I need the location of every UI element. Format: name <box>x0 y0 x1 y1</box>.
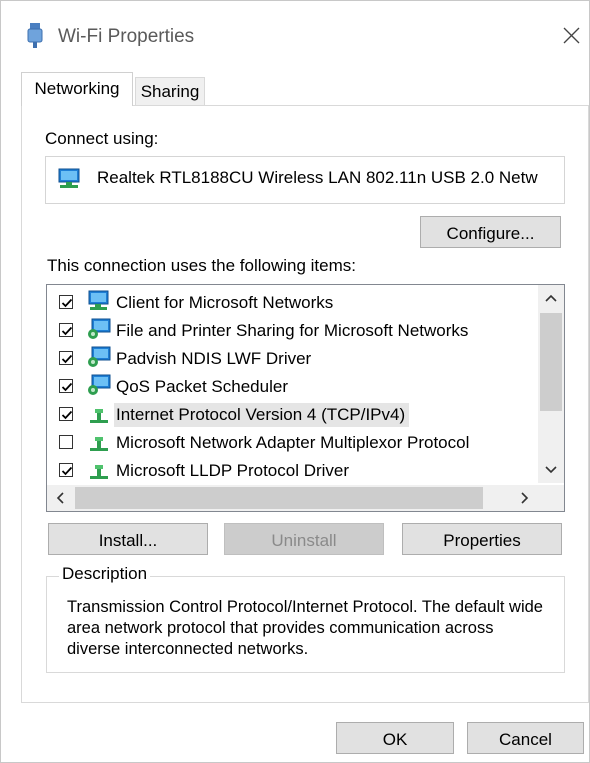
chevron-down-icon[interactable] <box>538 457 564 483</box>
list-item-label: Internet Protocol Version 4 (TCP/IPv4) <box>114 403 410 427</box>
list-item[interactable]: Client for Microsoft Networks <box>47 290 537 317</box>
list-item-label: Client for Microsoft Networks <box>116 293 334 312</box>
install-button[interactable]: Install... <box>48 523 208 555</box>
list-item[interactable]: Microsoft LLDP Protocol Driver <box>47 458 537 485</box>
list-item-label: Padvish NDIS LWF Driver <box>116 349 312 368</box>
checkbox[interactable] <box>59 407 73 421</box>
title-bar: Wi-Fi Properties <box>1 1 589 61</box>
network-service-icon <box>88 346 111 367</box>
cancel-button[interactable]: Cancel <box>467 722 584 754</box>
chevron-up-icon[interactable] <box>538 285 564 311</box>
tab-sharing[interactable]: Sharing <box>135 77 205 106</box>
description-text: Transmission Control Protocol/Internet P… <box>67 598 543 658</box>
chevron-left-icon[interactable] <box>47 485 73 511</box>
scrollbar-thumb[interactable] <box>540 313 562 411</box>
networking-panel: Connect using: Realtek RTL8188CU Wireles… <box>21 105 589 703</box>
protocol-icon <box>90 465 108 479</box>
checkbox[interactable] <box>59 295 73 309</box>
list-item-label: Microsoft Network Adapter Multiplexor Pr… <box>116 433 470 452</box>
connect-using-label: Connect using: <box>45 129 159 148</box>
list-item-label: QoS Packet Scheduler <box>116 377 288 396</box>
list-item[interactable]: Microsoft Network Adapter Multiplexor Pr… <box>47 430 537 457</box>
network-adapter-icon <box>58 168 80 188</box>
properties-button[interactable]: Properties <box>402 523 562 555</box>
uninstall-button[interactable]: Uninstall <box>224 523 384 555</box>
horizontal-scrollbar[interactable] <box>47 485 538 511</box>
ok-button[interactable]: OK <box>336 722 454 754</box>
network-service-icon <box>88 374 111 395</box>
network-adapter-icon <box>27 23 43 48</box>
list-item-label: Microsoft LLDP Protocol Driver <box>116 461 350 480</box>
checkbox[interactable] <box>59 463 73 477</box>
list-item[interactable]: File and Printer Sharing for Microsoft N… <box>47 318 537 345</box>
adapter-name: Realtek RTL8188CU Wireless LAN 802.11n U… <box>97 168 538 187</box>
close-icon[interactable] <box>557 19 589 51</box>
items-label: This connection uses the following items… <box>47 256 356 275</box>
chevron-right-icon[interactable] <box>512 485 538 511</box>
scrollbar-corner <box>538 485 564 511</box>
description-legend: Description <box>59 564 151 584</box>
list-item[interactable]: Internet Protocol Version 4 (TCP/IPv4) <box>47 402 537 429</box>
network-service-icon <box>88 318 111 339</box>
protocol-icon <box>90 437 108 451</box>
list-item-label: File and Printer Sharing for Microsoft N… <box>116 321 469 340</box>
items-list[interactable]: Client for Microsoft Networks File and P… <box>46 284 565 512</box>
vertical-scrollbar[interactable] <box>538 285 564 483</box>
list-item[interactable]: QoS Packet Scheduler <box>47 374 537 401</box>
checkbox[interactable] <box>59 351 73 365</box>
checkbox[interactable] <box>59 379 73 393</box>
tab-networking[interactable]: Networking <box>21 72 133 106</box>
wifi-properties-dialog: Wi-Fi Properties Networking Sharing Conn… <box>0 0 590 763</box>
checkbox[interactable] <box>59 435 73 449</box>
configure-button[interactable]: Configure... <box>420 216 561 248</box>
checkbox[interactable] <box>59 323 73 337</box>
network-client-icon <box>88 290 109 310</box>
window-title: Wi-Fi Properties <box>58 26 195 47</box>
protocol-icon <box>90 409 108 423</box>
description-group: Description Transmission Control Protoco… <box>46 564 565 673</box>
scrollbar-thumb[interactable] <box>75 487 483 509</box>
adapter-field: Realtek RTL8188CU Wireless LAN 802.11n U… <box>45 156 565 204</box>
list-item[interactable]: Padvish NDIS LWF Driver <box>47 346 537 373</box>
